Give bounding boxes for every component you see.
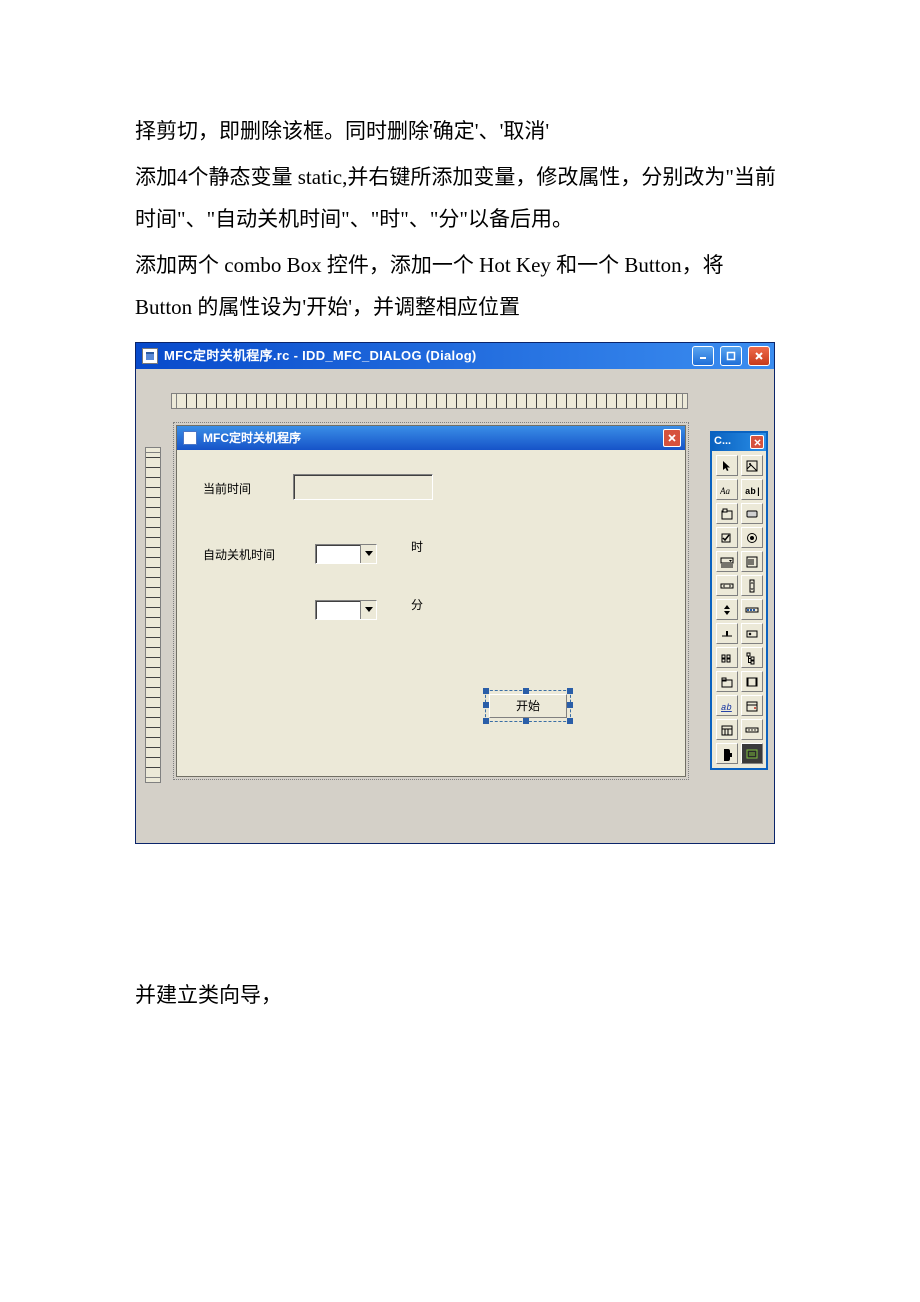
window-icon xyxy=(142,348,158,364)
dialog-close-button[interactable] xyxy=(663,429,681,447)
tool-extended-combo[interactable] xyxy=(741,743,763,764)
label-current-time: 当前时间 xyxy=(203,482,251,496)
tool-combo-box[interactable] xyxy=(716,551,738,572)
toolbox-title-label: C... xyxy=(714,435,731,448)
ide-titlebar: MFC定时关机程序.rc - IDD_MFC_DIALOG (Dialog) xyxy=(136,343,774,369)
tool-button[interactable] xyxy=(741,503,763,524)
selection-handle[interactable] xyxy=(483,718,489,724)
design-dialog[interactable]: MFC定时关机程序 当前时间 自动关机时间 时 xyxy=(176,425,686,777)
dialog-title: MFC定时关机程序 xyxy=(203,431,301,445)
tool-custom-control[interactable] xyxy=(716,743,738,764)
paragraph-1: 择剪切，即删除该框。同时删除'确定'、'取消' xyxy=(135,110,780,152)
tool-static-text[interactable]: Aa xyxy=(716,479,738,500)
paragraph-2: 添加4个静态变量 static,并右键所添加变量，修改属性，分别改为"当前时间"… xyxy=(135,156,780,240)
label-hour: 时 xyxy=(411,540,423,554)
label-shutdown-time: 自动关机时间 xyxy=(203,548,275,562)
selection-handle[interactable] xyxy=(483,702,489,708)
horizontal-ruler-end xyxy=(682,393,688,409)
tool-list-box[interactable] xyxy=(741,551,763,572)
selection-handle[interactable] xyxy=(483,688,489,694)
toolbox-grid: Aa ab| xyxy=(712,451,766,768)
tool-edit-box[interactable]: ab| xyxy=(741,479,763,500)
ide-title: MFC定时关机程序.rc - IDD_MFC_DIALOG (Dialog) xyxy=(164,348,477,364)
selection-handle[interactable] xyxy=(567,718,573,724)
tool-vertical-scrollbar[interactable] xyxy=(741,575,763,596)
selection-handle[interactable] xyxy=(523,688,529,694)
tool-ip-address[interactable] xyxy=(741,719,763,740)
paragraph-3: 添加两个 combo Box 控件，添加一个 Hot Key 和一个 Butto… xyxy=(135,244,780,328)
tool-rich-edit[interactable]: ab xyxy=(716,695,738,716)
tool-datetime-picker[interactable] xyxy=(741,695,763,716)
dialog-titlebar[interactable]: MFC定时关机程序 xyxy=(177,426,685,450)
svg-text:ab: ab xyxy=(721,703,732,713)
controls-toolbox[interactable]: C... Aa ab| xyxy=(710,431,768,770)
dialog-icon xyxy=(183,431,197,445)
label-minute: 分 xyxy=(411,598,423,612)
tool-month-calendar[interactable] xyxy=(716,719,738,740)
start-button[interactable]: 开始 xyxy=(489,694,567,718)
tool-animate[interactable] xyxy=(741,671,763,692)
tool-tree-control[interactable] xyxy=(741,647,763,668)
minimize-button[interactable] xyxy=(692,346,714,366)
hotkey-box[interactable] xyxy=(293,474,433,500)
start-button-label: 开始 xyxy=(516,699,540,713)
vertical-ruler xyxy=(145,452,161,778)
tool-hotkey[interactable] xyxy=(741,623,763,644)
maximize-button[interactable] xyxy=(720,346,742,366)
chevron-down-icon xyxy=(360,601,376,619)
tool-list-control[interactable] xyxy=(716,647,738,668)
ide-body: MFC定时关机程序 当前时间 自动关机时间 时 xyxy=(136,369,774,843)
paragraph-4: 并建立类向导， xyxy=(135,974,780,1016)
tool-checkbox[interactable] xyxy=(716,527,738,548)
tool-radio-button[interactable] xyxy=(741,527,763,548)
tool-spin[interactable] xyxy=(716,599,738,620)
selection-handle[interactable] xyxy=(567,688,573,694)
tool-horizontal-scrollbar[interactable] xyxy=(716,575,738,596)
dialog-body: 当前时间 自动关机时间 时 分 xyxy=(177,450,685,776)
close-button[interactable] xyxy=(748,346,770,366)
tool-slider[interactable] xyxy=(716,623,738,644)
selection-handle[interactable] xyxy=(567,702,573,708)
combo-hour[interactable] xyxy=(315,544,377,564)
chevron-down-icon xyxy=(360,545,376,563)
svg-text:ab|: ab| xyxy=(745,487,759,497)
tool-progress[interactable] xyxy=(741,599,763,620)
tool-tab-control[interactable] xyxy=(716,671,738,692)
selection-handle[interactable] xyxy=(523,718,529,724)
tool-pointer[interactable] xyxy=(716,455,738,476)
toolbox-title[interactable]: C... xyxy=(712,433,766,451)
svg-text:Aa: Aa xyxy=(720,486,730,496)
horizontal-ruler xyxy=(176,393,684,409)
ide-window: MFC定时关机程序.rc - IDD_MFC_DIALOG (Dialog) xyxy=(135,342,775,844)
combo-minute[interactable] xyxy=(315,600,377,620)
tool-picture[interactable] xyxy=(741,455,763,476)
tool-group-box[interactable] xyxy=(716,503,738,524)
toolbox-close-button[interactable] xyxy=(750,435,764,449)
vertical-ruler-end xyxy=(145,777,161,783)
